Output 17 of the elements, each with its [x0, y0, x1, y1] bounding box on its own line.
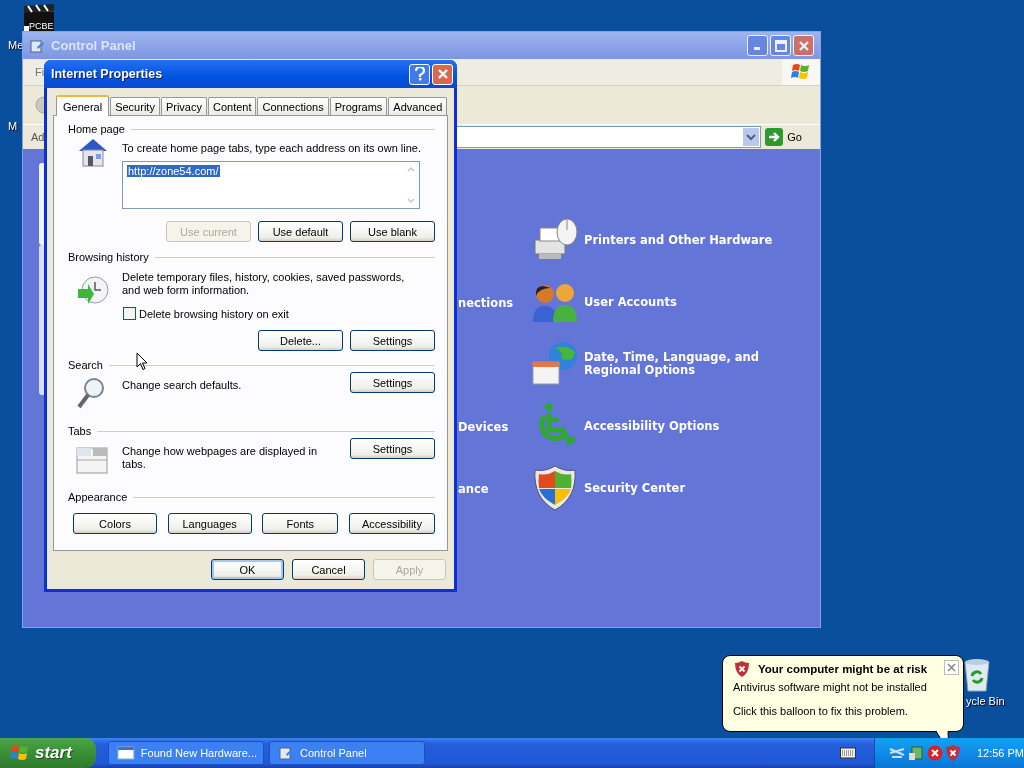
icon-badge-text: PCBE: [29, 21, 54, 31]
url-text: http://zone54.com/: [127, 165, 220, 177]
group-label: Home page: [68, 123, 125, 135]
dialog-title: Internet Properties: [51, 67, 163, 81]
window-title: Control Panel: [51, 38, 136, 53]
group-label: Appearance: [68, 491, 128, 503]
balloon-text: Click this balloon to fix this problem.: [733, 705, 909, 717]
group-label: Search: [68, 359, 103, 371]
balloon-title: Your computer might be at risk: [758, 663, 928, 675]
instruction-text: To create home page tabs, type each address on its own line.: [122, 142, 422, 155]
address-label: Ad: [31, 131, 46, 143]
group-label: Browsing history: [68, 251, 149, 263]
description-text: Change how webpages are displayed in tabs.: [122, 445, 319, 471]
group-label: Tabs: [68, 425, 92, 437]
description-text: Change search defaults.: [122, 379, 243, 392]
description-text: Delete temporary files, history, cookies, saved passwords, and web form information.: [122, 271, 406, 297]
balloon-text: Antivirus software might not be installed: [733, 681, 928, 693]
